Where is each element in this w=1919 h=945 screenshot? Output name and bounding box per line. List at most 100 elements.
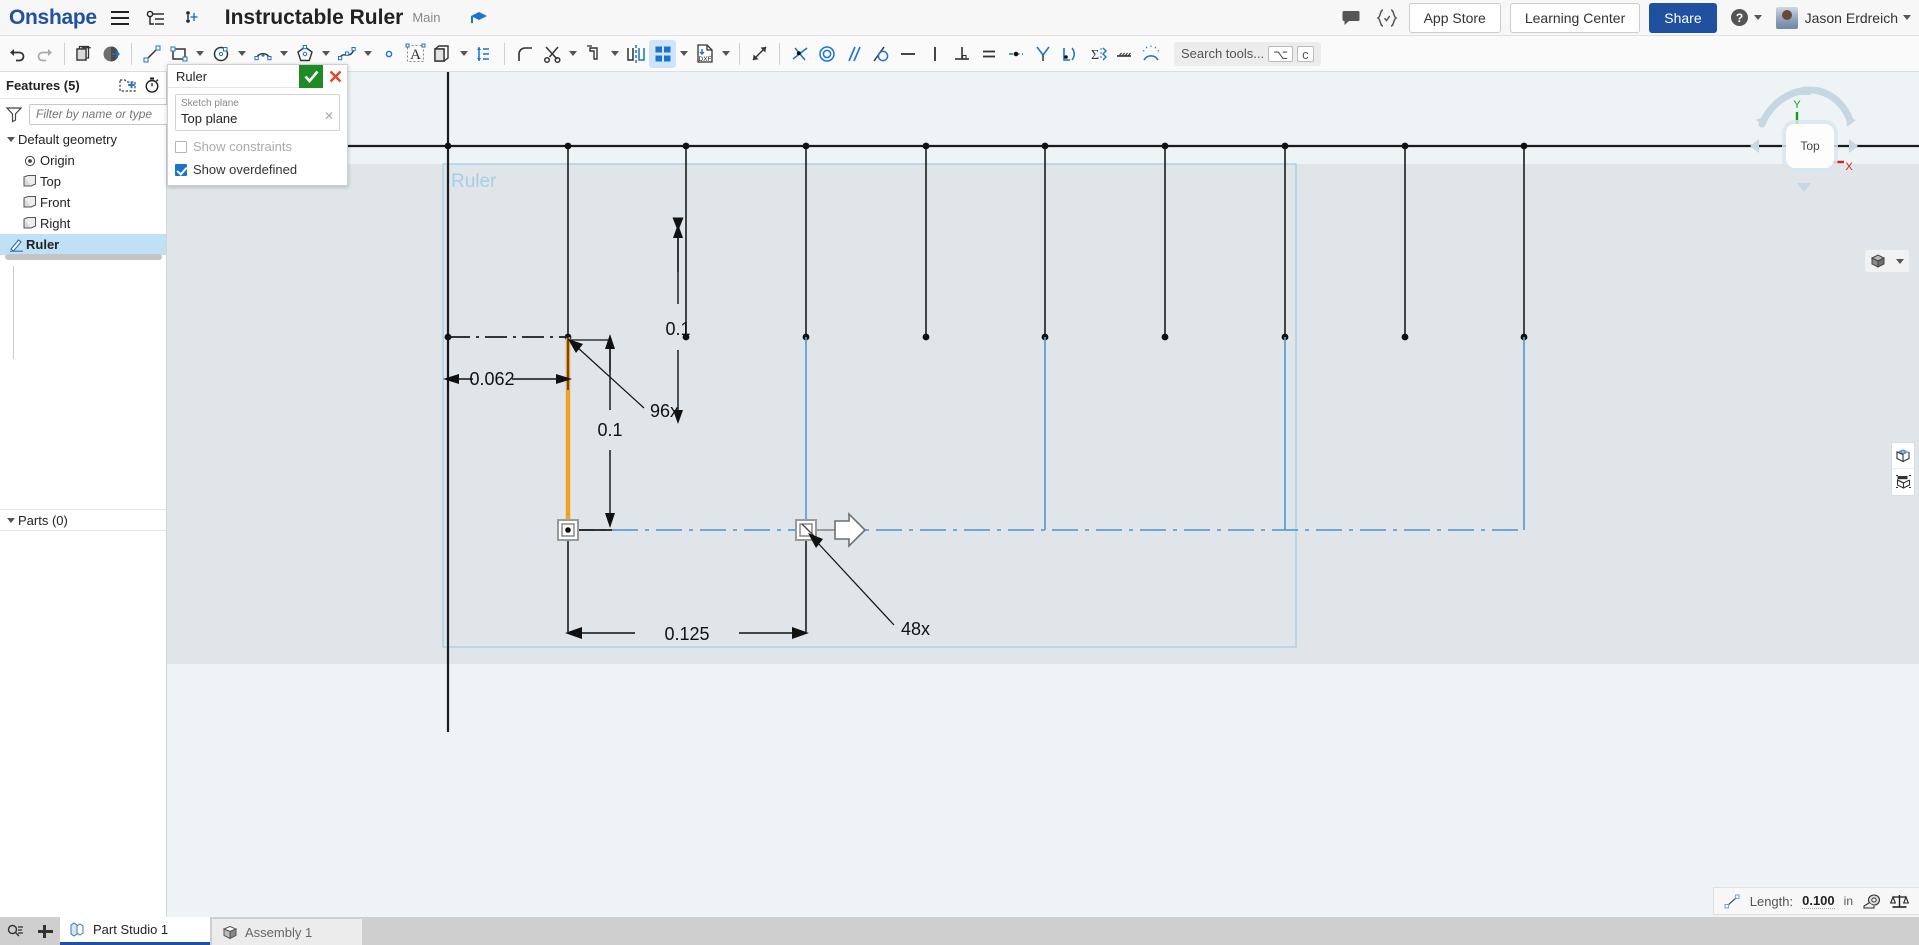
- undo-icon[interactable]: [4, 40, 31, 68]
- dialog-accept-button[interactable]: [299, 64, 323, 88]
- tab-search-icon[interactable]: [0, 917, 30, 945]
- fillet-icon[interactable]: [511, 40, 538, 68]
- line-icon[interactable]: [138, 40, 165, 68]
- measure-status-bar: Length: 0.100 in: [1712, 887, 1919, 915]
- view-cube[interactable]: Y X Top: [1744, 84, 1864, 194]
- extrude-icon[interactable]: [98, 40, 125, 68]
- chevron-down-icon[interactable]: [1903, 15, 1911, 20]
- use-project-icon[interactable]: [429, 40, 456, 68]
- symmetric-icon[interactable]: [1029, 40, 1056, 68]
- graduation-cap-icon[interactable]: [466, 5, 492, 31]
- tree-item-front[interactable]: Front: [0, 192, 166, 213]
- funnel-filter-icon[interactable]: [5, 106, 23, 122]
- parallel-icon[interactable]: [840, 40, 867, 68]
- clear-x-icon[interactable]: ✕: [324, 109, 334, 123]
- redo-icon[interactable]: [31, 40, 58, 68]
- tape-measure-icon[interactable]: [1862, 893, 1881, 909]
- tree-item-top[interactable]: Top: [0, 171, 166, 192]
- tree-item-right[interactable]: Right: [0, 213, 166, 234]
- show-hide-sketches-icon[interactable]: [1892, 443, 1914, 469]
- document-tree-icon[interactable]: [143, 5, 169, 31]
- show-overdefined-checkbox[interactable]: Show overdefined: [175, 162, 340, 177]
- horizontal-icon[interactable]: [894, 40, 921, 68]
- new-sketch-icon[interactable]: [71, 40, 98, 68]
- username-label[interactable]: Jason Erdreich: [1805, 10, 1898, 26]
- construction-icon[interactable]: [1137, 40, 1164, 68]
- plus-add-tab-icon[interactable]: [30, 917, 60, 945]
- dxf-dropdown-caret[interactable]: [718, 40, 733, 68]
- text-icon[interactable]: A: [402, 40, 429, 68]
- stopwatch-icon[interactable]: [144, 77, 160, 93]
- tab-part-studio-1[interactable]: Part Studio 1: [60, 917, 210, 945]
- trim-icon[interactable]: [538, 40, 565, 68]
- featurescript-icon[interactable]: [1374, 5, 1400, 31]
- transform-icon[interactable]: [746, 40, 773, 68]
- chevron-down-icon[interactable]: [4, 137, 18, 142]
- dimension-icon[interactable]: [471, 40, 498, 68]
- show-constraints-label: Show constraints: [193, 139, 292, 154]
- chevron-down-icon[interactable]: [4, 518, 18, 523]
- viewport-bottom-fill: [167, 664, 1919, 945]
- spline-dropdown-caret[interactable]: [360, 40, 375, 68]
- graphics-viewport[interactable]: 0.1 0.062 0.1 96x 0.125 48x Ruler Y X To…: [167, 72, 1919, 945]
- show-hide-planes-icon[interactable]: [1892, 469, 1914, 495]
- normal-icon[interactable]: [1110, 40, 1137, 68]
- offset-dropdown-caret[interactable]: [607, 40, 622, 68]
- tab-assembly-1[interactable]: Assembly 1: [212, 919, 362, 945]
- onshape-logo[interactable]: Onshape: [9, 6, 97, 30]
- vertical-icon[interactable]: [921, 40, 948, 68]
- learning-center-button[interactable]: Learning Center: [1509, 2, 1641, 33]
- display-style-control[interactable]: [1865, 250, 1909, 272]
- pierce-icon[interactable]: [1056, 40, 1083, 68]
- branch-label[interactable]: Main: [412, 10, 440, 25]
- use-dropdown-caret[interactable]: [456, 40, 471, 68]
- tree-item-ruler[interactable]: Ruler: [0, 234, 166, 255]
- tab-label: Part Studio 1: [93, 922, 169, 937]
- concentric-icon[interactable]: [813, 40, 840, 68]
- equal-icon[interactable]: [975, 40, 1002, 68]
- length-value[interactable]: 0.100: [1802, 893, 1835, 909]
- comment-icon[interactable]: [1338, 5, 1364, 31]
- perpendicular-icon[interactable]: [948, 40, 975, 68]
- dialog-cancel-button[interactable]: [323, 64, 347, 88]
- tangent-icon[interactable]: [867, 40, 894, 68]
- search-tools-box[interactable]: Search tools... ⌥ c: [1174, 41, 1321, 66]
- part-studio-icon: [70, 922, 86, 937]
- chevron-down-icon[interactable]: [1896, 258, 1904, 264]
- parts-header[interactable]: Parts (0): [0, 509, 166, 531]
- dxf-export-icon[interactable]: DXF: [691, 40, 718, 68]
- show-constraints-checkbox[interactable]: Show constraints: [175, 139, 340, 154]
- mass-properties-icon[interactable]: [1889, 893, 1910, 909]
- point-icon[interactable]: [375, 40, 402, 68]
- plane-icon: [20, 217, 40, 230]
- avatar[interactable]: [1775, 6, 1798, 29]
- tab-label: Assembly 1: [245, 924, 313, 940]
- mirror-icon[interactable]: [622, 40, 649, 68]
- help-menu[interactable]: ?: [1730, 8, 1762, 27]
- sketch-canvas[interactable]: 0.1 0.062 0.1 96x 0.125 48x Ruler: [167, 72, 1919, 945]
- tree-item-default-geometry[interactable]: Default geometry: [0, 129, 166, 150]
- version-branch-icon[interactable]: [179, 5, 205, 31]
- tree-item-origin[interactable]: Origin: [0, 150, 166, 171]
- dialog-title-bar[interactable]: Ruler: [168, 64, 347, 88]
- pattern-dropdown-caret[interactable]: [676, 40, 691, 68]
- coincident-icon[interactable]: [786, 40, 813, 68]
- viewcube-top-face[interactable]: Top: [1786, 124, 1834, 168]
- trim-dropdown-caret[interactable]: [565, 40, 580, 68]
- curvature-icon[interactable]: Σ: [1083, 40, 1110, 68]
- document-title[interactable]: Instructable Ruler: [225, 6, 404, 30]
- selection-handle-left[interactable]: [557, 519, 579, 541]
- svg-text:DXF: DXF: [698, 56, 711, 63]
- length-unit: in: [1843, 894, 1853, 908]
- share-button[interactable]: Share: [1649, 2, 1717, 33]
- app-store-button[interactable]: App Store: [1408, 2, 1501, 33]
- sketch-plane-field[interactable]: Sketch plane Top plane ✕: [175, 94, 340, 131]
- pattern-96x-label: 96x: [650, 401, 679, 421]
- linear-pattern-icon[interactable]: [649, 39, 676, 68]
- add-folder-icon[interactable]: [119, 78, 136, 93]
- hamburger-menu-icon[interactable]: [107, 5, 133, 31]
- ruler-sketch-dialog[interactable]: Ruler Sketch plane Top plane ✕ Show cons…: [167, 64, 348, 186]
- offset-icon[interactable]: [580, 40, 607, 68]
- midpoint-icon[interactable]: [1002, 40, 1029, 68]
- feature-list-scrollbar[interactable]: [5, 254, 162, 260]
